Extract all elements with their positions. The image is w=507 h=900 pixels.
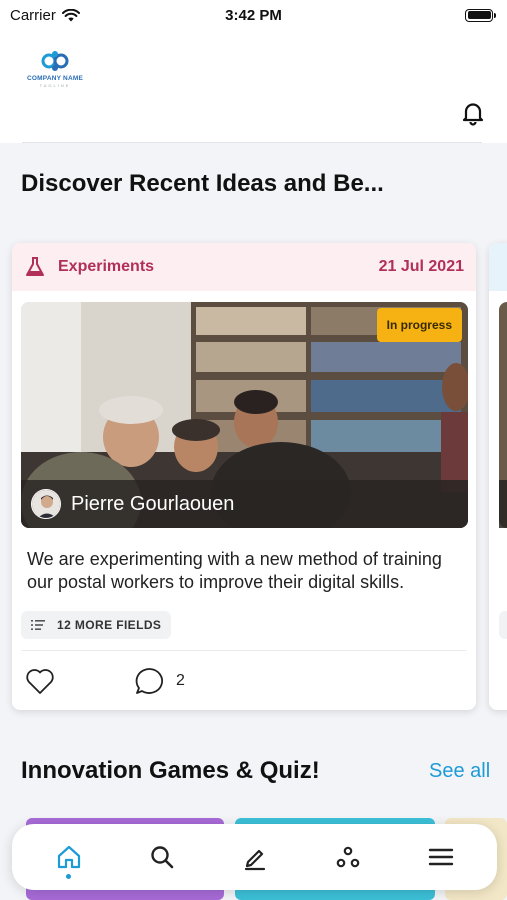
- card-divider: [21, 650, 467, 651]
- nav-home[interactable]: [45, 833, 93, 881]
- author-bar[interactable]: Pierre Gourlaouen: [21, 480, 468, 528]
- card-header: Experiments 21 Jul 2021: [12, 243, 476, 291]
- card-date: 21 Jul 2021: [378, 258, 464, 275]
- edit-icon: [244, 849, 265, 871]
- card-actions: 2: [24, 665, 185, 697]
- carrier-label: Carrier: [10, 6, 56, 24]
- search-icon: [150, 846, 173, 869]
- like-button[interactable]: [24, 665, 56, 697]
- menu-icon: [428, 848, 453, 866]
- nav-menu[interactable]: [417, 833, 465, 881]
- idea-card[interactable]: Experiments 21 Jul 2021 In progress Pier…: [12, 243, 476, 710]
- comment-icon: [135, 668, 163, 694]
- active-indicator: [66, 874, 71, 879]
- logo-mark-icon: [41, 51, 69, 71]
- notification-bell-icon[interactable]: [460, 100, 486, 126]
- nav-community[interactable]: [324, 833, 372, 881]
- comment-count: 2: [176, 672, 185, 689]
- discover-section-title: Discover Recent Ideas and Be...: [21, 170, 384, 197]
- idea-photo[interactable]: In progress Pierre Gourlaouen: [21, 302, 468, 528]
- company-logo[interactable]: COMPANY NAME TAGLINE: [22, 50, 88, 90]
- flask-icon: [26, 257, 44, 276]
- header-divider: [22, 142, 482, 143]
- comment-button[interactable]: 2: [134, 666, 185, 696]
- more-fields-label: 12 MORE FIELDS: [57, 618, 162, 632]
- community-icon: [336, 846, 359, 868]
- logo-subtext: TAGLINE: [39, 83, 71, 88]
- carrier-group: Carrier: [10, 7, 80, 24]
- games-section-title: Innovation Games & Quiz!: [21, 757, 320, 784]
- wifi-icon: [61, 8, 80, 21]
- avatar[interactable]: [31, 489, 61, 519]
- more-fields-button[interactable]: 12 MORE FIELDS: [21, 611, 172, 639]
- list-icon: [31, 620, 45, 630]
- card-category[interactable]: Experiments: [58, 258, 154, 276]
- status-bar: Carrier 3:42 PM: [0, 0, 507, 30]
- status-badge: In progress: [376, 308, 462, 342]
- card-description: We are experimenting with a new method o…: [27, 549, 442, 592]
- logo-text: COMPANY NAME: [27, 75, 83, 82]
- home-icon: [57, 845, 80, 869]
- see-all-link[interactable]: See all: [429, 760, 490, 783]
- heart-icon: [26, 669, 54, 694]
- bottom-nav: [12, 824, 497, 890]
- nav-search[interactable]: [138, 833, 186, 881]
- author-name[interactable]: Pierre Gourlaouen: [71, 493, 234, 516]
- next-idea-card[interactable]: [489, 243, 507, 710]
- battery-icon: [465, 8, 496, 22]
- nav-create[interactable]: [231, 833, 279, 881]
